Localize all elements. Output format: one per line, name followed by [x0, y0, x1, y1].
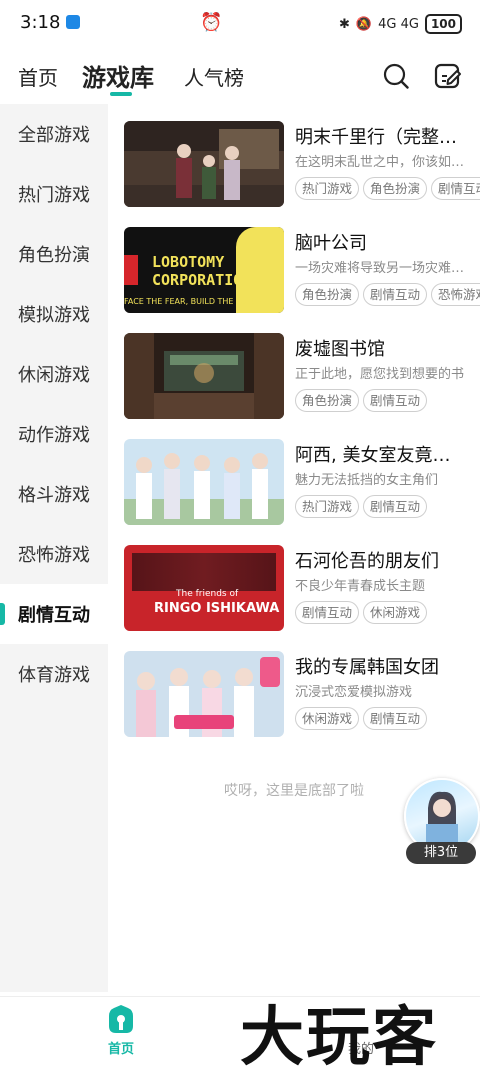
game-tags: 剧情互动 休闲游戏 — [295, 601, 480, 627]
game-tag[interactable]: 剧情互动 — [363, 283, 428, 306]
game-card[interactable]: 我的专属韩国女团 沉浸式恋爱模拟游戏 休闲游戏 剧情互动 — [124, 651, 480, 739]
alarm-icon: ⏰ — [200, 12, 223, 33]
tab-home[interactable]: 首页 — [18, 62, 58, 91]
game-tag[interactable]: 热门游戏 — [295, 495, 360, 518]
sidebar-item-all[interactable]: 全部游戏 — [0, 104, 108, 164]
game-tag[interactable]: 休闲游戏 — [295, 707, 360, 730]
sidebar-item-rpg[interactable]: 角色扮演 — [0, 224, 108, 284]
thumbnail-subtitle: FACE THE FEAR, BUILD THE FUTURE — [124, 297, 268, 306]
game-tag[interactable]: 休闲游戏 — [363, 601, 428, 624]
game-thumbnail: LOBOTOMY CORPORATION FACE THE FEAR, BUIL… — [124, 227, 284, 313]
game-thumbnail — [124, 333, 284, 419]
game-description: 在这明末乱世之中，你该如… — [295, 155, 465, 170]
game-tag[interactable]: 恐怖游戏 — [431, 283, 480, 306]
game-tags: 热门游戏 剧情互动 — [295, 495, 480, 521]
game-tag[interactable]: 剧情互动 — [295, 601, 360, 624]
game-description: 魅力无法抵挡的女主角们 — [295, 473, 439, 488]
tab-game-library[interactable]: 游戏库 — [82, 58, 154, 93]
game-tags: 角色扮演 剧情互动 — [295, 389, 480, 415]
game-card[interactable]: The friends of RINGO ISHIKAWA 石河伦吾的朋友们 不… — [124, 545, 480, 633]
game-title: 我的专属韩国女团 — [295, 657, 439, 678]
game-tags: 休闲游戏 剧情互动 — [295, 707, 480, 733]
game-tags: 角色扮演剧情互动恐怖游戏 — [295, 283, 480, 309]
active-tab-indicator — [110, 92, 132, 96]
sidebar-item-fighting[interactable]: 格斗游戏 — [0, 464, 108, 524]
game-tag[interactable]: 剧情互动 — [363, 707, 428, 730]
game-card[interactable]: 废墟图书馆 正于此地，愿您找到想要的书 角色扮演 剧情互动 — [124, 333, 480, 421]
game-thumbnail — [124, 651, 284, 737]
game-description: 正于此地，愿您找到想要的书 — [295, 367, 465, 382]
sidebar-item-hot[interactable]: 热门游戏 — [0, 164, 108, 224]
game-tag[interactable]: 角色扮演 — [363, 177, 428, 200]
thumbnail-subtitle: RINGO ISHIKAWA — [154, 601, 280, 616]
game-description: 一场灾难将导致另一场灾难… — [295, 261, 465, 276]
status-bar: 3:18 ⏰ ✱ 🔕 4G 4G 100 — [0, 0, 480, 48]
game-card[interactable]: 明末千里行（完整… 在这明末乱世之中，你该如… 热门游戏角色扮演剧情互动 — [124, 121, 480, 209]
bluetooth-icon: ✱ — [339, 16, 350, 32]
sidebar-item-sports[interactable]: 体育游戏 — [0, 644, 108, 704]
game-title: 脑叶公司 — [295, 233, 367, 254]
sidebar-item-action[interactable]: 动作游戏 — [0, 404, 108, 464]
sidebar-item-simulation[interactable]: 模拟游戏 — [0, 284, 108, 344]
game-thumbnail: The friends of RINGO ISHIKAWA — [124, 545, 284, 631]
game-tag[interactable]: 剧情互动 — [363, 389, 428, 412]
game-tag[interactable]: 剧情互动 — [363, 495, 428, 518]
sidebar-item-casual[interactable]: 休闲游戏 — [0, 344, 108, 404]
watermark-text: 大玩客 — [240, 1000, 438, 1075]
game-description: 不良少年青春成长主题 — [295, 579, 426, 594]
game-title: 明末千里行（完整… — [295, 127, 457, 148]
game-thumbnail — [124, 121, 284, 207]
tab-popularity[interactable]: 人气榜 — [184, 62, 244, 91]
thumbnail-title: The friends of — [176, 589, 239, 599]
game-tag[interactable]: 热门游戏 — [295, 177, 360, 200]
bottom-tab-home-label[interactable]: 首页 — [100, 1038, 142, 1057]
signal-icon: 4G 4G — [378, 16, 419, 32]
game-card[interactable]: LOBOTOMY CORPORATION FACE THE FEAR, BUIL… — [124, 227, 480, 315]
game-title: 废墟图书馆 — [295, 339, 385, 360]
sidebar-item-horror[interactable]: 恐怖游戏 — [0, 524, 108, 584]
game-tags: 热门游戏角色扮演剧情互动 — [295, 177, 480, 203]
game-title: 阿西, 美女室友竟… — [295, 445, 451, 466]
game-tag[interactable]: 角色扮演 — [295, 283, 360, 306]
category-sidebar: 全部游戏 热门游戏 角色扮演 模拟游戏 休闲游戏 动作游戏 格斗游戏 恐怖游戏 … — [0, 104, 108, 992]
search-icon[interactable] — [383, 63, 409, 89]
game-tag[interactable]: 剧情互动 — [431, 177, 480, 200]
game-card[interactable]: 阿西, 美女室友竟… 魅力无法抵挡的女主角们 热门游戏 剧情互动 — [124, 439, 480, 527]
status-indicators: ✱ 🔕 4G 4G 100 — [339, 14, 462, 34]
game-title: 石河伦吾的朋友们 — [295, 551, 439, 572]
game-description: 沉浸式恋爱模拟游戏 — [295, 685, 413, 700]
battery-icon: 100 — [424, 14, 462, 34]
thumbnail-title: LOBOTOMY CORPORATION — [152, 253, 252, 289]
rank-badge: 排3位 — [406, 842, 476, 864]
home-icon[interactable] — [105, 1004, 137, 1034]
floating-rank-widget[interactable]: 排3位 — [402, 778, 480, 864]
notification-icon — [66, 15, 80, 29]
edit-icon[interactable] — [434, 62, 462, 90]
game-thumbnail — [124, 439, 284, 525]
game-tag[interactable]: 角色扮演 — [295, 389, 360, 412]
status-time: 3:18 — [20, 12, 61, 33]
sidebar-item-story[interactable]: 剧情互动 — [0, 584, 108, 644]
mute-icon: 🔕 — [355, 16, 373, 32]
